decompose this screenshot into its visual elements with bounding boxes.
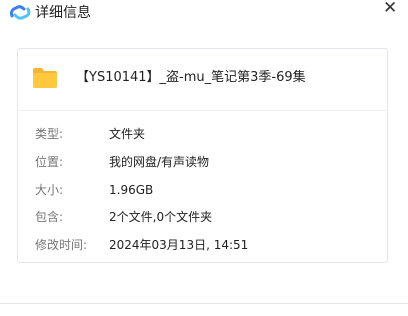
detail-row-location: 位置: 我的网盘/有声读物: [18, 152, 387, 172]
detail-value: 1.96GB: [109, 183, 154, 197]
dialog-title: 详细信息: [35, 5, 91, 21]
detail-row-contains: 包含: 2个文件,0个文件夹: [18, 207, 387, 227]
detail-value: 2024年03月13日, 14:51: [109, 238, 249, 252]
detail-label: 修改时间:: [35, 238, 88, 252]
detail-value: 2个文件,0个文件夹: [109, 210, 213, 224]
close-icon[interactable]: ✕: [383, 0, 397, 18]
detail-row-modified: 修改时间: 2024年03月13日, 14:51: [18, 235, 387, 255]
cloud-logo-icon: [10, 5, 31, 20]
detail-row-size: 大小: 1.96GB: [18, 180, 387, 200]
dialog-titlebar: 详细信息 ✕: [0, 0, 408, 32]
detail-value: 文件夹: [109, 127, 146, 141]
detail-row-type: 类型: 文件夹: [18, 124, 387, 144]
detail-value: 我的网盘/有声读物: [109, 155, 210, 169]
detail-label: 类型:: [35, 127, 64, 141]
folder-icon: [33, 68, 57, 88]
detail-label: 包含:: [35, 210, 64, 224]
divider: [0, 303, 408, 304]
detail-label: 大小:: [35, 183, 64, 197]
detail-label: 位置:: [35, 155, 64, 169]
details-panel: 【YS10141】_盗-mu_笔记第3季-69集 类型: 文件夹 位置: 我的网…: [17, 48, 388, 263]
file-header: 【YS10141】_盗-mu_笔记第3季-69集: [18, 49, 387, 111]
file-name: 【YS10141】_盗-mu_笔记第3季-69集: [76, 70, 306, 85]
